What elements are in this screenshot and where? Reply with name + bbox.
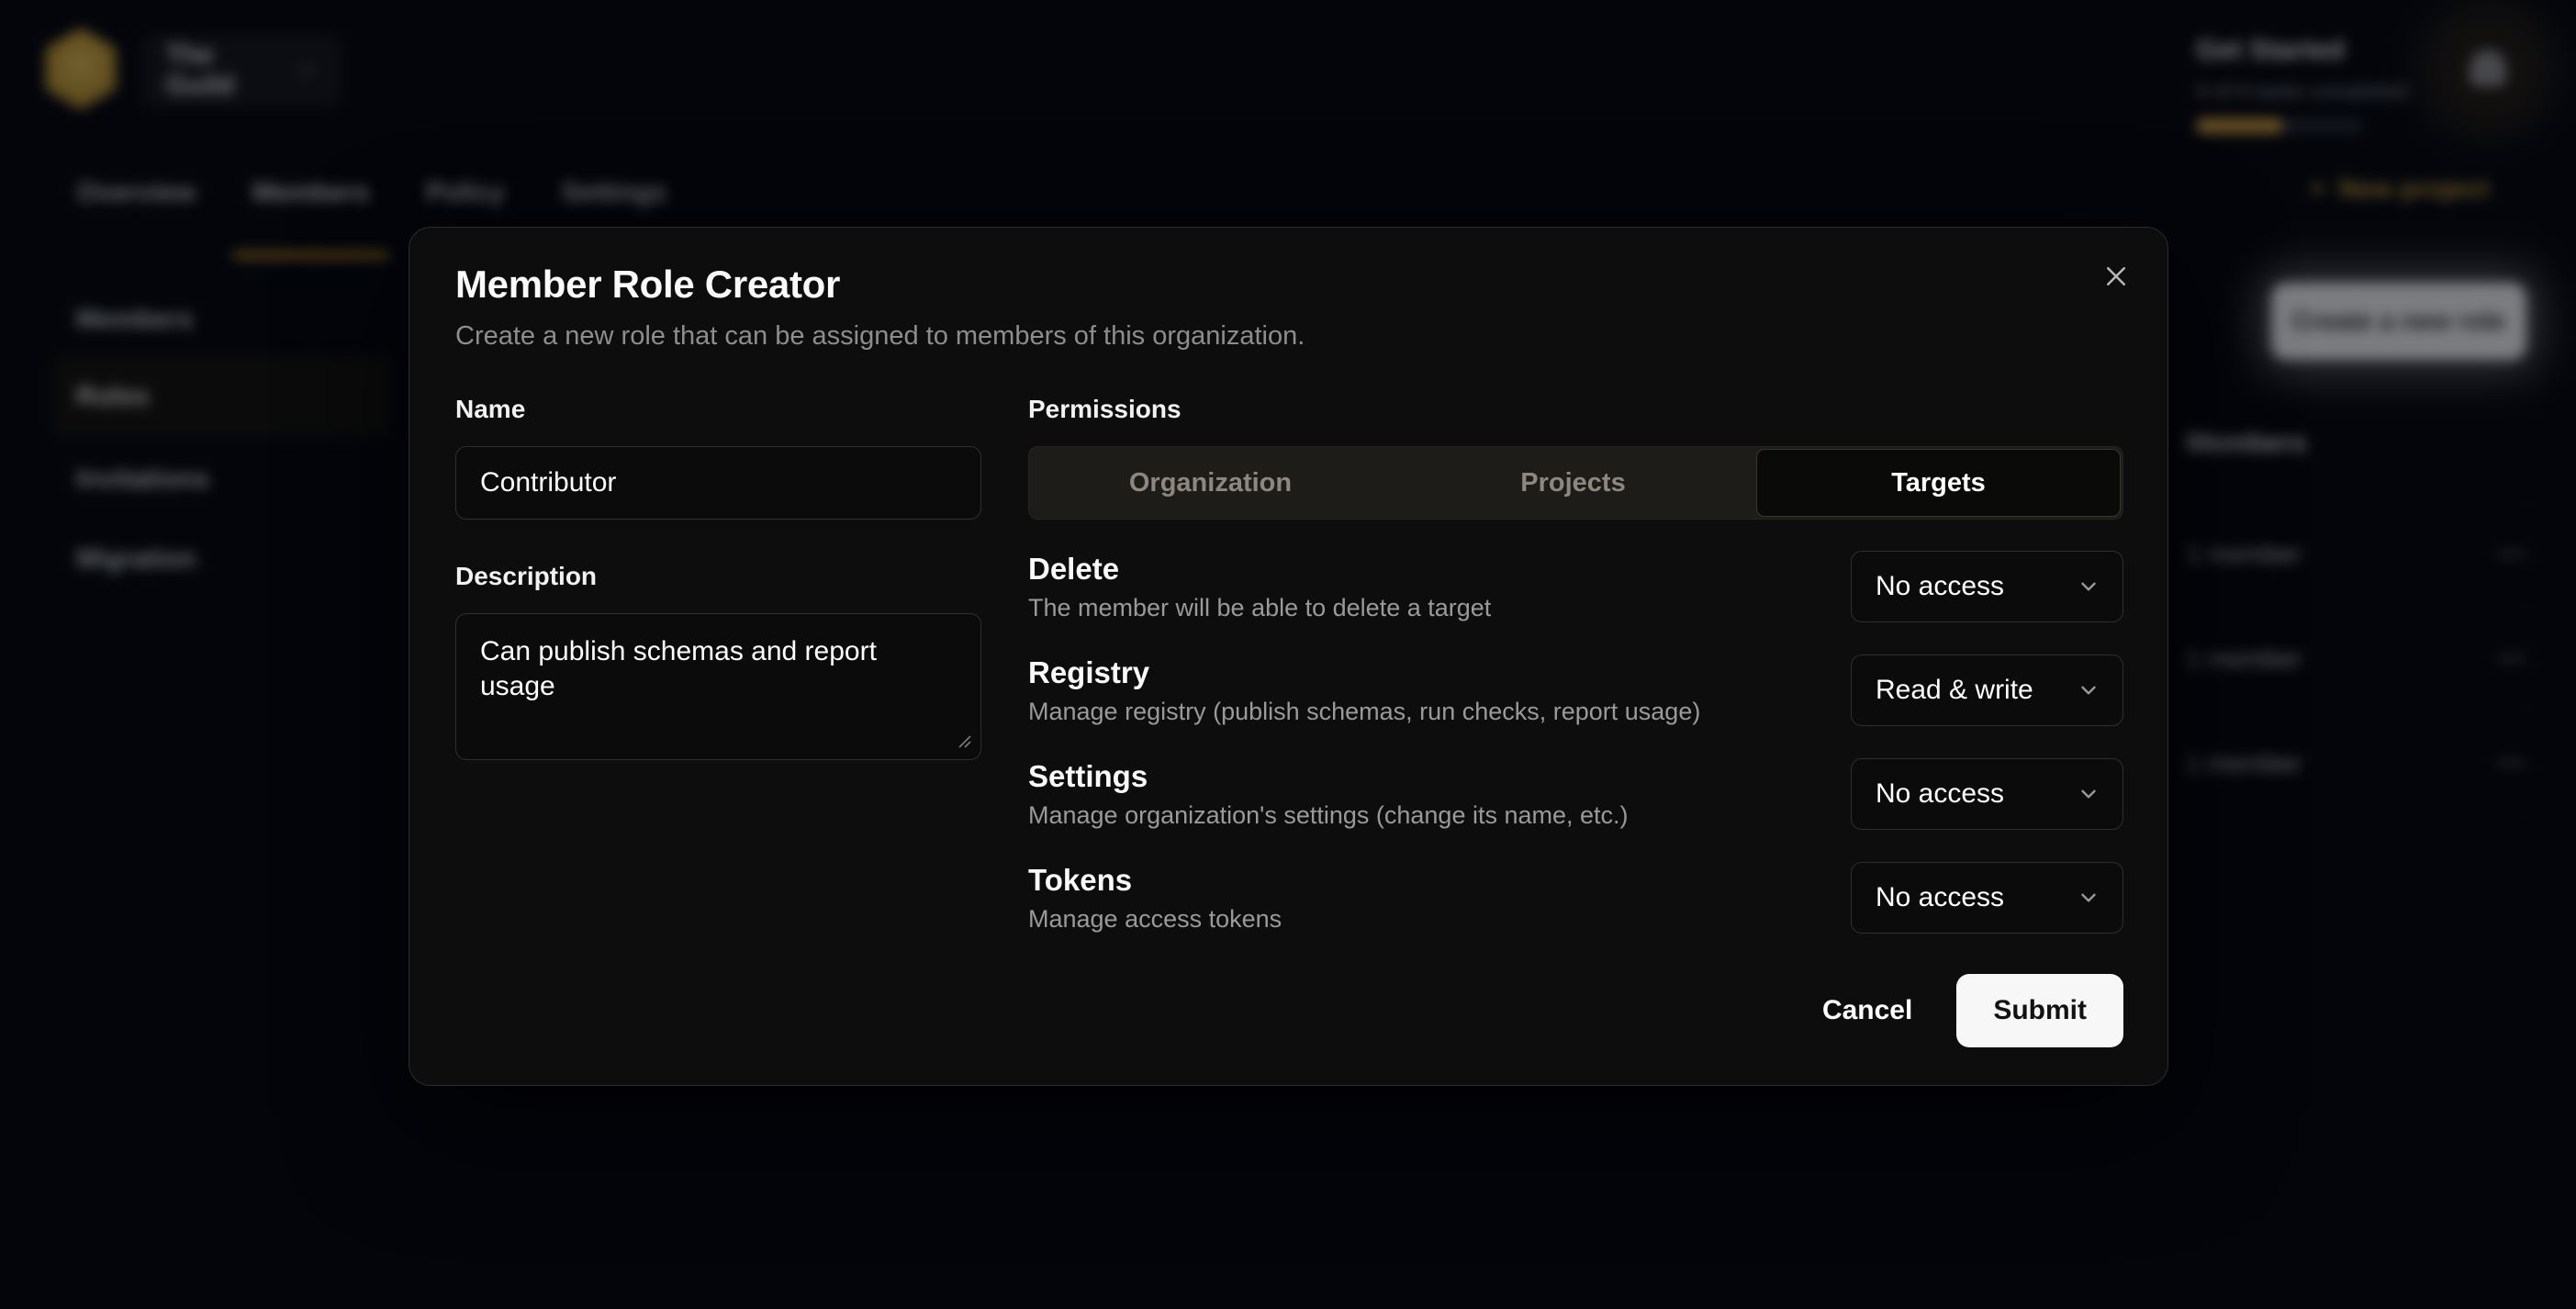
dialog-subtitle: Create a new role that can be assigned t… (455, 321, 2122, 351)
description-field-wrap: Can publish schemas and report usage (455, 613, 981, 765)
delete-access-select[interactable]: No access (1851, 551, 2123, 622)
select-value: No access (1876, 571, 2004, 602)
cancel-button[interactable]: Cancel (1802, 974, 1932, 1047)
permission-description: Manage registry (publish schemas, run ch… (1028, 697, 1700, 726)
permission-description: Manage organization's settings (change i… (1028, 800, 1629, 830)
close-button[interactable] (2096, 257, 2136, 297)
chevron-down-icon (2077, 886, 2100, 910)
tab-organization[interactable]: Organization (1029, 447, 1392, 519)
select-value: Read & write (1876, 675, 2033, 706)
select-value: No access (1876, 882, 2004, 913)
tokens-access-select[interactable]: No access (1851, 862, 2123, 934)
role-description-textarea[interactable]: Can publish schemas and report usage (455, 613, 981, 760)
tab-targets[interactable]: Targets (1756, 449, 2121, 517)
submit-button[interactable]: Submit (1956, 974, 2123, 1047)
chevron-down-icon (2077, 575, 2100, 599)
chevron-down-icon (2077, 678, 2100, 702)
description-label: Description (455, 562, 981, 591)
permission-title: Tokens (1028, 862, 1282, 899)
permissions-scope-tabs: Organization Projects Targets (1028, 446, 2123, 520)
form-right-column: Permissions Organization Projects Target… (1028, 395, 2123, 934)
permission-row-delete: Delete The member will be able to delete… (1028, 551, 2123, 622)
permission-description: The member will be able to delete a targ… (1028, 593, 1491, 622)
settings-access-select[interactable]: No access (1851, 758, 2123, 830)
tab-projects[interactable]: Projects (1392, 447, 1754, 519)
role-name-input[interactable] (455, 446, 981, 520)
permission-row-tokens: Tokens Manage access tokens No access (1028, 862, 2123, 934)
role-form: Name Description Can publish schemas and… (455, 395, 2122, 1047)
dialog-footer: Cancel Submit (455, 974, 2123, 1047)
member-role-creator-dialog: Member Role Creator Create a new role th… (409, 227, 2168, 1086)
permission-row-settings: Settings Manage organization's settings … (1028, 758, 2123, 830)
dialog-title: Member Role Creator (455, 264, 2122, 305)
permission-row-registry: Registry Manage registry (publish schema… (1028, 654, 2123, 726)
permission-title: Delete (1028, 551, 1491, 587)
resize-handle-icon[interactable] (954, 731, 972, 754)
permission-rows: Delete The member will be able to delete… (1028, 551, 2123, 934)
permission-description: Manage access tokens (1028, 904, 1282, 934)
permission-title: Registry (1028, 654, 1700, 691)
chevron-down-icon (2077, 782, 2100, 806)
permissions-label: Permissions (1028, 395, 2123, 424)
close-icon (2102, 263, 2130, 293)
permission-title: Settings (1028, 758, 1629, 795)
form-left-column: Name Description Can publish schemas and… (455, 395, 981, 934)
name-label: Name (455, 395, 981, 424)
registry-access-select[interactable]: Read & write (1851, 654, 2123, 726)
select-value: No access (1876, 778, 2004, 810)
